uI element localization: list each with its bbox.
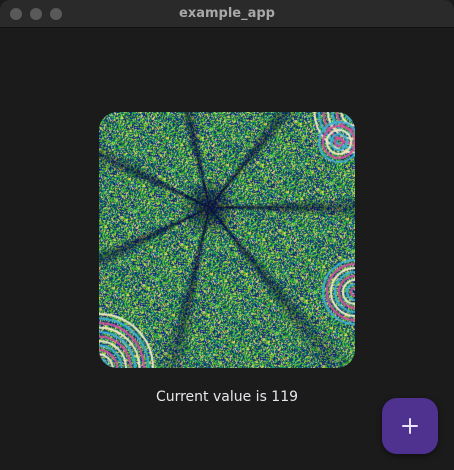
app-window: example_app Current value is 119 — [0, 0, 454, 470]
plus-icon — [402, 418, 418, 434]
fractal-image — [99, 112, 355, 368]
window-title: example_app — [179, 6, 275, 21]
main-content: Current value is 119 — [0, 29, 454, 470]
fractal-canvas — [99, 112, 355, 368]
title-bar[interactable]: example_app — [0, 0, 454, 28]
increment-button[interactable] — [382, 398, 438, 454]
